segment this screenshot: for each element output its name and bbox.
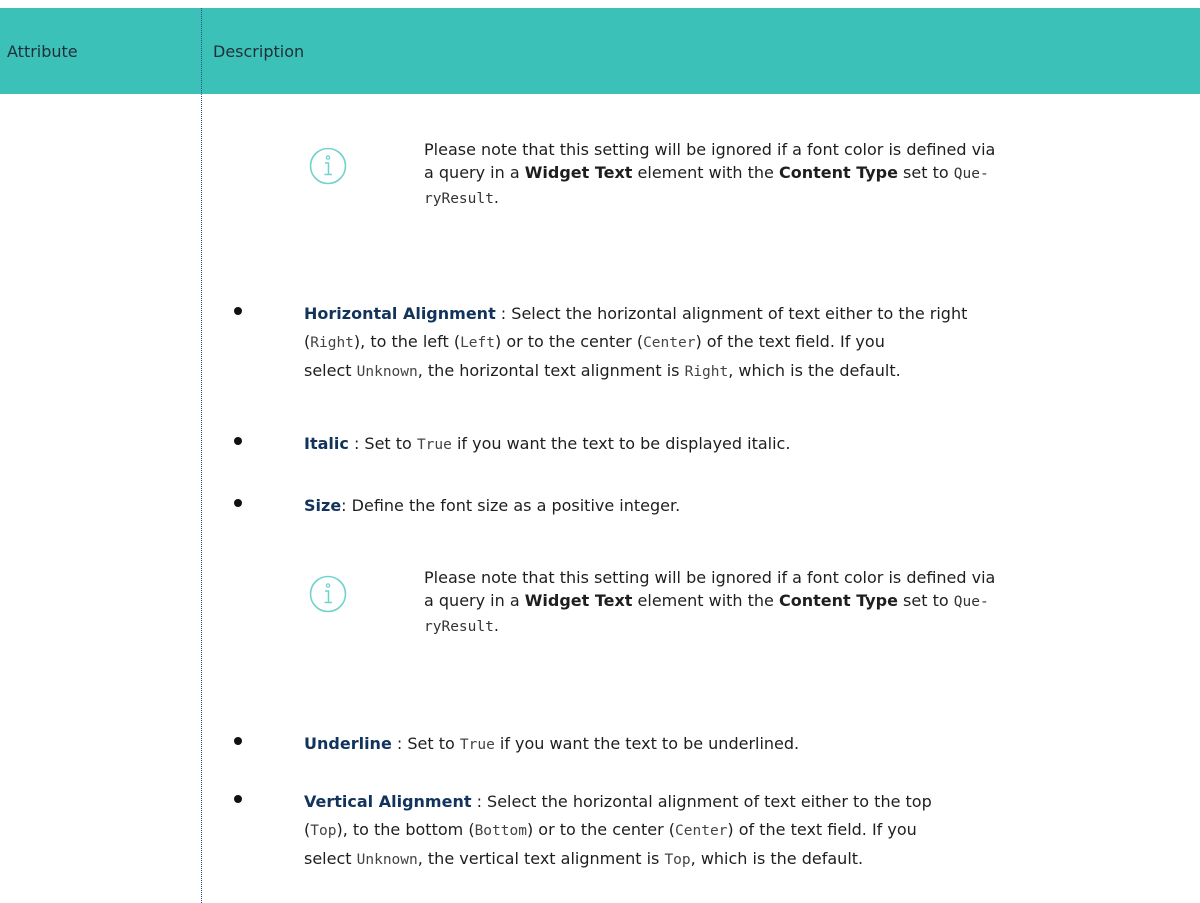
- list-item-text: Underline : Set to True if you want the …: [304, 734, 800, 753]
- list-item-text: Size: Define the font size as a positive…: [304, 496, 681, 515]
- bullet-dot: [234, 795, 242, 803]
- list-item-text: Vertical Alignment : Select the horizont…: [304, 792, 932, 868]
- column-header-attribute: Attribute: [7, 41, 78, 61]
- info-icon: [309, 575, 347, 613]
- table-header: Attribute Description: [0, 8, 1200, 94]
- note-text: Please note that this setting will be ig…: [424, 140, 996, 207]
- note-text: Please note that this setting will be ig…: [424, 568, 996, 635]
- info-icon: [309, 147, 347, 185]
- list-item-text: Italic : Set to True if you want the tex…: [304, 434, 791, 453]
- column-header-description: Description: [213, 41, 305, 61]
- list-item-text: Horizontal Alignment : Select the horizo…: [304, 304, 968, 380]
- bullet-dot: [234, 737, 242, 745]
- bullet-dot: [234, 307, 242, 315]
- column-divider: [201, 8, 202, 903]
- bullet-dot: [234, 437, 242, 445]
- bullet-dot: [234, 499, 242, 507]
